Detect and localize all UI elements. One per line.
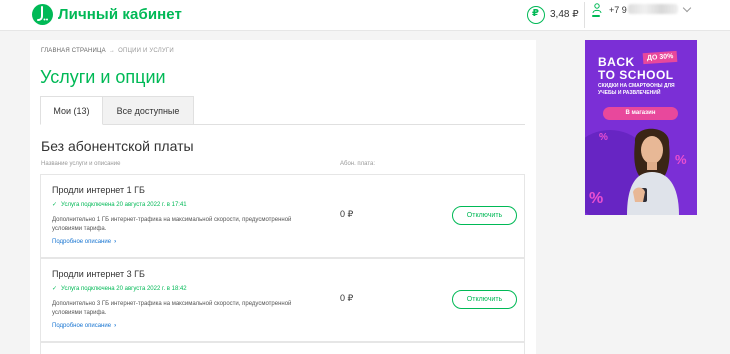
column-header-fee: Абон. плата:	[340, 161, 376, 167]
section-title: Без абонентской платы	[41, 138, 194, 154]
page-title: Услуги и опции	[40, 67, 166, 87]
megafon-logo-icon[interactable]	[32, 4, 53, 25]
breadcrumb-arrow-icon: →	[108, 48, 116, 54]
tabs-bar: Мои (13) Все доступные	[40, 96, 525, 125]
ruble-icon[interactable]: ₽	[527, 6, 545, 24]
service-description: Дополнительно 1 ГБ интернет-трафика на м…	[52, 217, 292, 232]
service-row	[40, 342, 525, 354]
phone-number-blurred	[628, 4, 678, 14]
ad-title-line2: TO SCHOOL	[598, 68, 674, 82]
ad-title-line1: BACK	[598, 55, 635, 69]
service-status: ✓ Услуга подключена 20 августа 2022 г. в …	[52, 285, 187, 292]
balance-value[interactable]: 3,48 ₽	[550, 9, 579, 20]
service-details-link[interactable]: Подробное описание ›	[52, 323, 116, 329]
phone-number[interactable]: +7 9	[609, 5, 627, 15]
chevron-right-icon: ›	[114, 323, 117, 329]
service-name: Продли интернет 3 ГБ	[52, 269, 145, 279]
tab-all-available[interactable]: Все доступные	[103, 96, 194, 125]
service-status-text: Услуга подключена 20 августа 2022 г. в 1…	[61, 202, 187, 208]
service-name: Продли интернет 1 ГБ	[52, 185, 145, 195]
ruble-icon-symbol: ₽	[532, 8, 539, 19]
logo-text[interactable]: Личный кабинет	[58, 6, 182, 23]
user-status-bar	[592, 15, 600, 17]
ad-discount-badge: ДО 30%	[642, 50, 678, 65]
ad-shop-button[interactable]: В магазин	[603, 107, 678, 120]
user-icon[interactable]	[592, 3, 602, 13]
breadcrumb-current: ОПЦИИ И УСЛУГИ	[118, 48, 174, 54]
service-details-label: Подробное описание	[52, 239, 112, 245]
service-details-link[interactable]: Подробное описание ›	[52, 239, 116, 245]
percent-icon: %	[599, 132, 608, 143]
main-content: ГЛАВНАЯ СТРАНИЦА → ОПЦИИ И УСЛУГИ Услуги и…	[30, 40, 536, 354]
disable-service-button[interactable]: Отключить	[452, 290, 517, 309]
header-divider	[584, 2, 585, 28]
service-fee: 0 ₽	[340, 209, 354, 219]
ad-banner[interactable]: % % % BACK ДО 30% TO SCHOOL СКИДКИ НА СМ…	[585, 40, 697, 215]
service-details-label: Подробное описание	[52, 323, 112, 329]
column-header-name: Название услуги и описание	[41, 161, 121, 167]
breadcrumb-home-link[interactable]: ГЛАВНАЯ СТРАНИЦА	[41, 48, 106, 54]
ad-subtitle: СКИДКИ НА СМАРТФОНЫ ДЛЯ УЧЕБЫ И РАЗВЛЕЧЕ…	[598, 83, 675, 96]
service-fee: 0 ₽	[340, 293, 354, 303]
top-header: Личный кабинет ₽ 3,48 ₽ +7 9	[0, 0, 730, 31]
disable-service-button[interactable]: Отключить	[452, 206, 517, 225]
tab-my[interactable]: Мои (13)	[40, 96, 103, 125]
ad-person-image	[627, 128, 679, 215]
check-icon: ✓	[52, 202, 58, 208]
service-description: Дополнительно 3 ГБ интернет-трафика на м…	[52, 301, 292, 316]
service-status: ✓ Услуга подключена 20 августа 2022 г. в …	[52, 201, 187, 208]
service-row: Продли интернет 1 ГБ ✓ Услуга подключена …	[40, 174, 525, 258]
chevron-right-icon: ›	[114, 239, 117, 245]
service-row: Продли интернет 3 ГБ ✓ Услуга подключена …	[40, 258, 525, 342]
service-status-text: Услуга подключена 20 августа 2022 г. в 1…	[61, 286, 187, 292]
breadcrumb: ГЛАВНАЯ СТРАНИЦА → ОПЦИИ И УСЛУГИ	[41, 48, 174, 54]
percent-icon: %	[589, 190, 604, 207]
chevron-down-icon[interactable]	[682, 3, 692, 13]
check-icon: ✓	[52, 286, 58, 292]
